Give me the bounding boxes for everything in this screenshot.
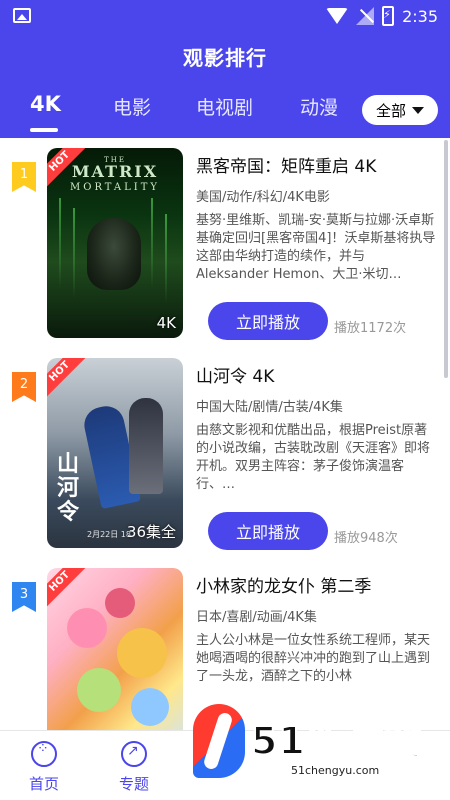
rank-badge: 1 xyxy=(12,162,36,192)
item-title[interactable]: 山河令 4K xyxy=(196,362,440,387)
rank-badge: 2 xyxy=(12,372,36,402)
play-now-button[interactable]: 立即播放 xyxy=(208,302,328,340)
tab-movie[interactable]: 电影 xyxy=(113,93,151,120)
nav-home[interactable]: 首页 xyxy=(14,741,74,794)
item-description: 由慈文影视和优酷出品，根据Preist原著的小说改编，古装耽改剧《天涯客》即将开… xyxy=(196,423,431,492)
rank-badge: 3 xyxy=(12,582,36,612)
category-tabs: 4K 电影 电视剧 动漫 全部 xyxy=(0,90,450,138)
image-icon xyxy=(13,8,31,23)
hot-badge: HOT xyxy=(47,358,91,403)
wifi-icon xyxy=(326,8,349,24)
play-count: 播放948次 xyxy=(334,531,398,546)
poster-calligraphy: 山河令 xyxy=(57,451,80,525)
poster-image[interactable]: THE MATRIX MORTALITY HOT 4K xyxy=(47,148,183,338)
item-info: 小林家的龙女仆 第二季 日本/喜剧/动画/4K集 主人公小林是一位女性系统工程师… xyxy=(196,572,440,684)
poster-image[interactable]: 山河令 2月22日 18 HOT 36集全 xyxy=(47,358,183,548)
item-description: 基努·里维斯、凯瑞-安·莫斯与拉娜·沃卓斯基确定回归[黑客帝国4]！沃卓斯基将执… xyxy=(196,213,436,282)
watermark-text: 51新游戏 xyxy=(250,718,423,764)
item-info: 黑客帝国：矩阵重启 4K 美国/动作/科幻/4K电影 基努·里维斯、凯瑞-安·莫… xyxy=(196,152,440,340)
topic-icon xyxy=(121,741,147,767)
poster-figure xyxy=(87,218,141,290)
watermark: 51新游戏 51chengyu.com xyxy=(193,700,443,790)
status-bar: 2:35 xyxy=(0,0,450,32)
page-title: 观影排行 xyxy=(183,46,267,70)
app-header: 2:35 观影排行 4K 电影 电视剧 动漫 全部 xyxy=(0,0,450,138)
home-icon xyxy=(31,741,57,767)
active-tab-indicator xyxy=(30,128,58,132)
nav-topic-label: 专题 xyxy=(118,775,149,793)
tab-4k[interactable]: 4K xyxy=(30,92,61,116)
watermark-logo xyxy=(193,704,245,778)
status-icons: 2:35 xyxy=(326,5,438,27)
item-title[interactable]: 黑客帝国：矩阵重启 4K xyxy=(196,152,440,177)
poster-date: 2月22日 18 xyxy=(87,530,131,539)
tab-tv[interactable]: 电视剧 xyxy=(196,93,253,120)
hot-badge: HOT xyxy=(47,568,91,613)
quality-badge: 4K xyxy=(156,314,176,332)
play-count: 播放1172次 xyxy=(334,321,407,336)
filter-dropdown[interactable]: 全部 xyxy=(362,95,438,125)
battery-icon xyxy=(382,6,395,26)
list-item[interactable]: 2 山河令 2月22日 18 HOT 36集全 山河令 4K 中国大陆/剧情/古… xyxy=(0,348,450,550)
tab-anime[interactable]: 动漫 xyxy=(300,93,338,120)
poster-image[interactable]: HOT xyxy=(47,568,183,730)
signal-icon xyxy=(356,7,375,25)
filter-label: 全部 xyxy=(375,101,406,120)
item-tags: 中国大陆/剧情/古装/4K集 xyxy=(196,400,343,415)
item-tags: 日本/喜剧/动画/4K集 xyxy=(196,610,317,625)
item-tags: 美国/动作/科幻/4K电影 xyxy=(196,190,330,205)
nav-topic[interactable]: 专题 xyxy=(104,741,164,794)
list-item[interactable]: 1 THE MATRIX MORTALITY HOT 4K 黑客帝国：矩阵重启 … xyxy=(0,138,450,340)
item-info: 山河令 4K 中国大陆/剧情/古装/4K集 由慈文影视和优酷出品，根据Preis… xyxy=(196,362,440,550)
play-now-button[interactable]: 立即播放 xyxy=(208,512,328,550)
episode-badge: 36集全 xyxy=(126,523,176,541)
watermark-url: 51chengyu.com xyxy=(291,764,380,777)
poster-figure xyxy=(129,398,163,494)
item-description: 主人公小林是一位女性系统工程师，某天她喝酒喝的很醉兴冲冲的跑到了山上遇到了一头龙… xyxy=(196,633,431,684)
nav-home-label: 首页 xyxy=(28,775,59,793)
ranking-list[interactable]: 1 THE MATRIX MORTALITY HOT 4K 黑客帝国：矩阵重启 … xyxy=(0,138,450,730)
poster-title-line: MORTALITY xyxy=(70,182,160,193)
status-time: 2:35 xyxy=(402,6,438,26)
chevron-down-icon xyxy=(412,106,424,114)
item-title[interactable]: 小林家的龙女仆 第二季 xyxy=(196,572,440,597)
